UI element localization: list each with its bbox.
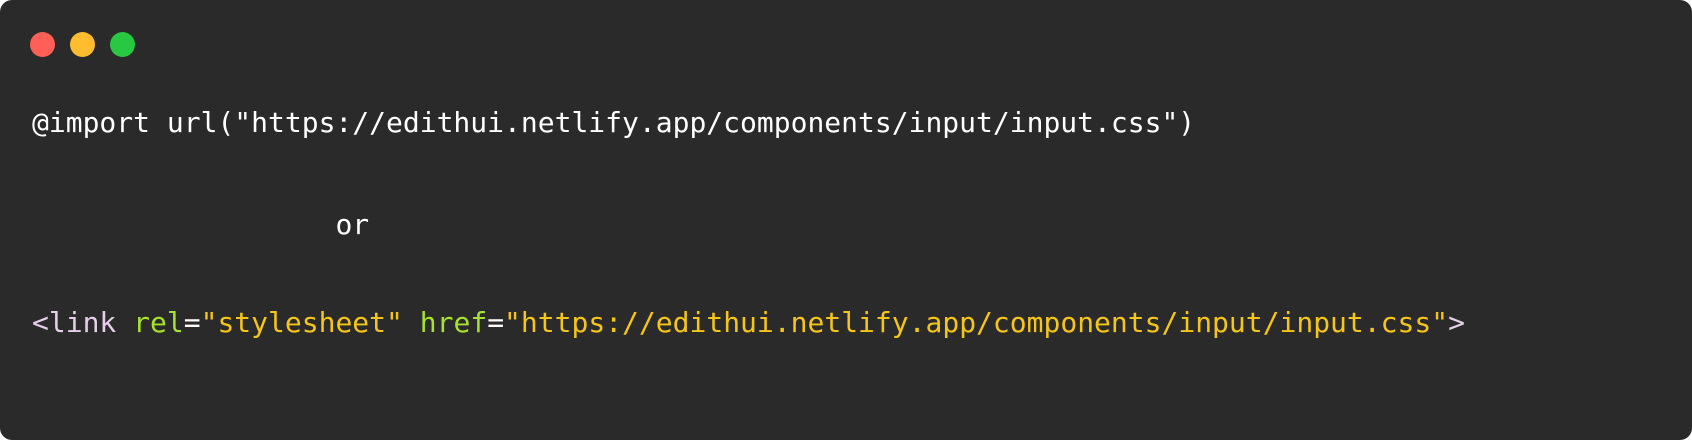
equals-sign: = (183, 306, 201, 339)
tag-close: > (1448, 306, 1465, 339)
link-line: <link rel="stylesheet" href="https://edi… (32, 306, 1465, 340)
separator-indent (32, 208, 335, 241)
value-stylesheet: "stylesheet" (200, 306, 403, 339)
equals-sign: = (487, 306, 505, 339)
attr-rel: rel (133, 306, 184, 339)
attr-href: href (419, 306, 488, 339)
separator-line: or (32, 208, 369, 242)
value-href: "https://edithui.netlify.app/components/… (504, 306, 1449, 339)
minimize-button[interactable] (70, 32, 95, 57)
maximize-button[interactable] (110, 32, 135, 57)
tag-open: <link (32, 306, 117, 339)
code-window: @import url("https://edithui.netlify.app… (0, 0, 1692, 440)
import-line: @import url("https://edithui.netlify.app… (32, 106, 1196, 139)
separator-text: or (335, 208, 370, 241)
window-controls (30, 32, 135, 57)
close-button[interactable] (30, 32, 55, 57)
